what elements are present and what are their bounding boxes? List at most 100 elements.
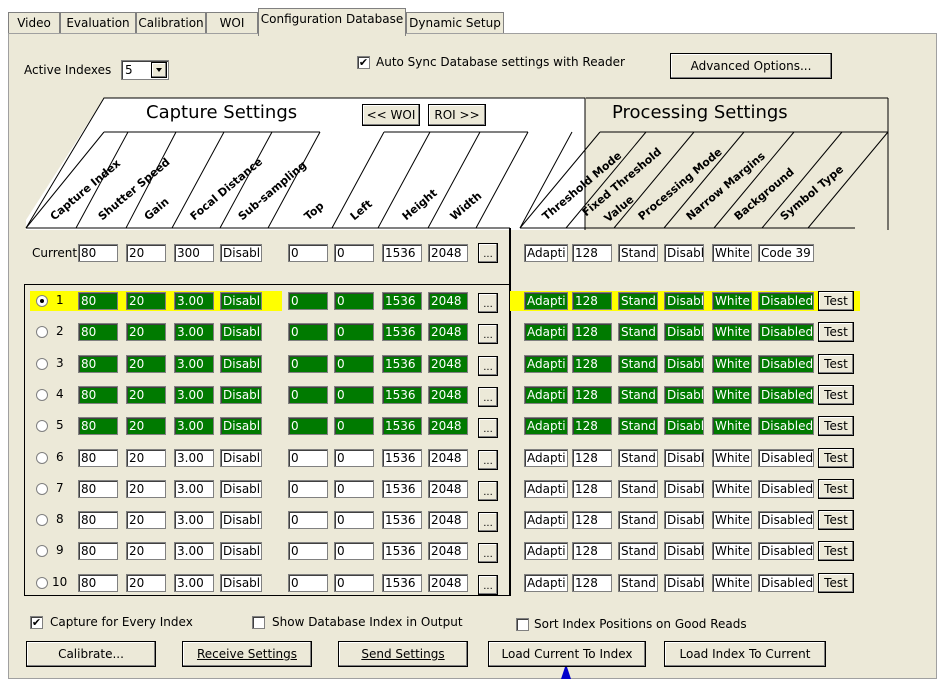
current-symbol-type-field[interactable]: Code 39	[758, 244, 814, 262]
test-button[interactable]: Test	[818, 510, 854, 531]
tab-configuration-database[interactable]: Configuration Database	[258, 8, 406, 36]
row-fixed-threshold-field[interactable]: 128	[572, 354, 612, 373]
row-width-field[interactable]: 2048	[428, 573, 468, 592]
woi-prev-button[interactable]: << WOI	[362, 104, 420, 126]
row-background-field[interactable]: White	[712, 323, 752, 342]
send-settings-button[interactable]: Send Settings	[338, 641, 468, 667]
row-shutter-field[interactable]: 80	[78, 542, 118, 561]
row-background-field[interactable]: White	[712, 448, 752, 467]
row-gain-field[interactable]: 20	[126, 323, 166, 342]
row-height-field[interactable]: 1536	[382, 511, 422, 530]
row-width-field[interactable]: 2048	[428, 542, 468, 561]
roi-next-button[interactable]: ROI >>	[428, 104, 486, 126]
row-ellipsis-button[interactable]: ...	[478, 324, 498, 345]
row-shutter-field[interactable]: 80	[78, 292, 118, 310]
row-threshold-mode-field[interactable]: Adapti	[524, 448, 568, 467]
row-ellipsis-button[interactable]: ...	[478, 355, 498, 376]
load-current-to-index-button[interactable]: Load Current To Index	[488, 641, 646, 667]
row-processing-mode-field[interactable]: Stand	[618, 354, 658, 373]
row-background-field[interactable]: White	[712, 479, 752, 498]
row-height-field[interactable]: 1536	[382, 573, 422, 592]
row-background-field[interactable]: White	[712, 417, 752, 436]
current-narrow-margins-field[interactable]: Disabl	[664, 244, 704, 262]
row-focal-field[interactable]: 3.00	[174, 448, 214, 467]
row-left-field[interactable]: 0	[334, 417, 374, 436]
row-focal-field[interactable]: 3.00	[174, 511, 214, 530]
row-processing-mode-field[interactable]: Stand	[618, 448, 658, 467]
row-top-field[interactable]: 0	[288, 573, 328, 592]
row-narrow-margins-field[interactable]: Disabl	[664, 385, 704, 404]
row-ellipsis-button[interactable]: ...	[478, 480, 498, 501]
row-symbol-type-field[interactable]: Disabled	[758, 417, 814, 436]
show-db-index-checkbox[interactable]	[252, 616, 265, 629]
index-radio[interactable]	[36, 295, 48, 307]
row-symbol-type-field[interactable]: Disabled	[758, 511, 814, 530]
row-ellipsis-button[interactable]: ...	[478, 574, 498, 595]
row-ellipsis-button[interactable]: ...	[478, 512, 498, 533]
current-width-field[interactable]: 2048	[428, 244, 468, 262]
row-left-field[interactable]: 0	[334, 542, 374, 561]
current-focal-field[interactable]: 300	[174, 244, 214, 262]
row-narrow-margins-field[interactable]: Disabl	[664, 448, 704, 467]
row-left-field[interactable]: 0	[334, 292, 374, 310]
row-gain-field[interactable]: 20	[126, 542, 166, 561]
row-width-field[interactable]: 2048	[428, 511, 468, 530]
row-fixed-threshold-field[interactable]: 128	[572, 479, 612, 498]
row-focal-field[interactable]: 3.00	[174, 354, 214, 373]
row-subsample-field[interactable]: Disabl	[220, 417, 262, 436]
index-radio[interactable]	[36, 451, 48, 464]
row-subsample-field[interactable]: Disabl	[220, 542, 262, 561]
row-background-field[interactable]: White	[712, 511, 752, 530]
row-width-field[interactable]: 2048	[428, 354, 468, 373]
row-threshold-mode-field[interactable]: Adapti	[524, 573, 568, 592]
row-symbol-type-field[interactable]: Disabled	[758, 323, 814, 342]
row-narrow-margins-field[interactable]: Disabl	[664, 542, 704, 561]
test-button[interactable]: Test	[818, 353, 854, 374]
row-fixed-threshold-field[interactable]: 128	[572, 448, 612, 467]
row-gain-field[interactable]: 20	[126, 354, 166, 373]
row-width-field[interactable]: 2048	[428, 479, 468, 498]
row-gain-field[interactable]: 20	[126, 448, 166, 467]
row-symbol-type-field[interactable]: Disabled	[758, 292, 814, 310]
row-subsample-field[interactable]: Disabl	[220, 385, 262, 404]
row-threshold-mode-field[interactable]: Adapti	[524, 417, 568, 436]
row-narrow-margins-field[interactable]: Disabl	[664, 354, 704, 373]
current-processing-mode-field[interactable]: Stand	[618, 244, 658, 262]
test-button[interactable]: Test	[818, 541, 854, 562]
load-index-to-current-button[interactable]: Load Index To Current	[664, 641, 826, 667]
row-fixed-threshold-field[interactable]: 128	[572, 292, 612, 310]
current-height-field[interactable]: 1536	[382, 244, 422, 262]
row-focal-field[interactable]: 3.00	[174, 292, 214, 310]
current-background-field[interactable]: White	[712, 244, 752, 262]
row-focal-field[interactable]: 3.00	[174, 385, 214, 404]
row-focal-field[interactable]: 3.00	[174, 573, 214, 592]
row-ellipsis-button[interactable]: ...	[478, 449, 498, 470]
row-width-field[interactable]: 2048	[428, 448, 468, 467]
row-gain-field[interactable]: 20	[126, 573, 166, 592]
row-top-field[interactable]: 0	[288, 385, 328, 404]
row-symbol-type-field[interactable]: Disabled	[758, 354, 814, 373]
row-ellipsis-button[interactable]: ...	[478, 293, 498, 313]
current-gain-field[interactable]: 20	[126, 244, 166, 262]
capture-every-index-checkbox[interactable]: ✔	[30, 616, 43, 629]
row-fixed-threshold-field[interactable]: 128	[572, 323, 612, 342]
row-width-field[interactable]: 2048	[428, 292, 468, 310]
row-subsample-field[interactable]: Disabl	[220, 292, 262, 310]
row-fixed-threshold-field[interactable]: 128	[572, 542, 612, 561]
row-top-field[interactable]: 0	[288, 292, 328, 310]
row-narrow-margins-field[interactable]: Disabl	[664, 511, 704, 530]
row-left-field[interactable]: 0	[334, 385, 374, 404]
row-fixed-threshold-field[interactable]: 128	[572, 385, 612, 404]
test-button[interactable]: Test	[818, 416, 854, 437]
test-button[interactable]: Test	[818, 447, 854, 468]
row-processing-mode-field[interactable]: Stand	[618, 479, 658, 498]
row-left-field[interactable]: 0	[334, 511, 374, 530]
row-gain-field[interactable]: 20	[126, 417, 166, 436]
row-threshold-mode-field[interactable]: Adapti	[524, 354, 568, 373]
index-radio[interactable]	[36, 357, 48, 370]
test-button[interactable]: Test	[818, 572, 854, 593]
index-radio[interactable]	[36, 514, 48, 527]
index-radio[interactable]	[36, 388, 48, 401]
test-button[interactable]: Test	[818, 291, 854, 311]
row-gain-field[interactable]: 20	[126, 479, 166, 498]
